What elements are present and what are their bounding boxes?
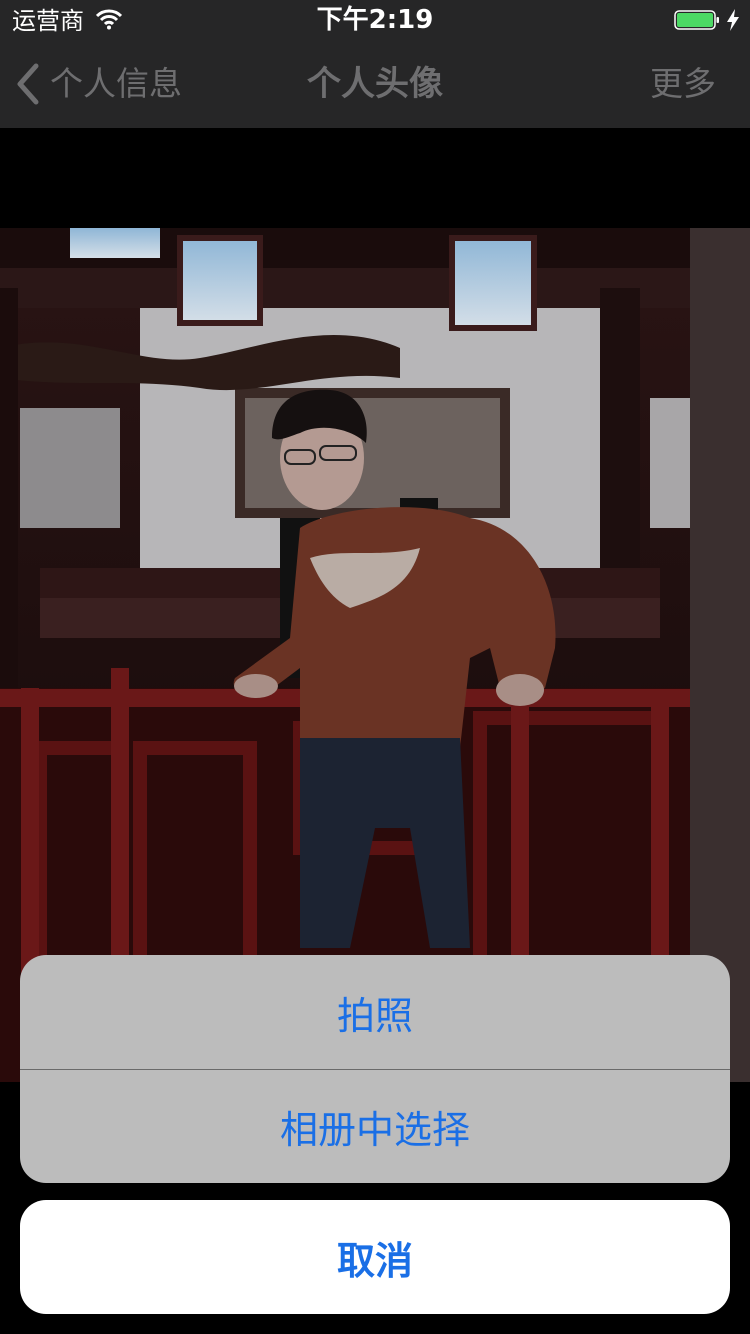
status-bar: 运营商 下午2:19 [0, 0, 750, 40]
action-sheet-options: 拍照 相册中选择 [20, 955, 730, 1183]
choose-from-album-button[interactable]: 相册中选择 [20, 1069, 730, 1183]
avatar-photo [0, 228, 750, 1082]
status-time: 下午2:19 [316, 5, 434, 35]
more-button[interactable]: 更多 [650, 60, 716, 108]
take-photo-button[interactable]: 拍照 [20, 955, 730, 1069]
cancel-button[interactable]: 取消 [20, 1200, 730, 1314]
charging-bolt-icon [727, 9, 739, 31]
navigation-bar: 个人信息 个人头像 更多 [0, 40, 750, 128]
battery-icon [674, 10, 719, 30]
page-title: 个人头像 [307, 64, 443, 104]
